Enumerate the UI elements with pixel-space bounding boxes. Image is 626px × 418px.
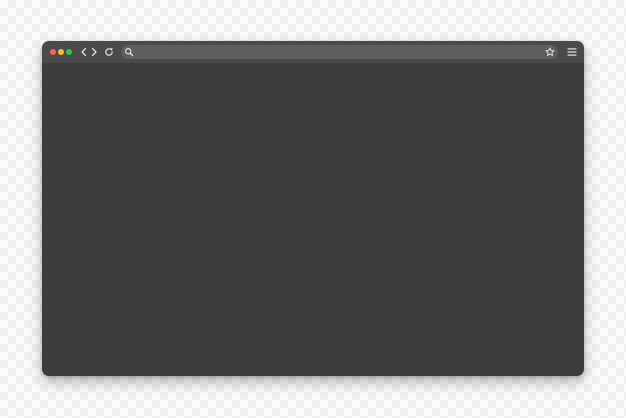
browser-window [42, 41, 584, 376]
close-window-button[interactable] [50, 49, 56, 55]
page-content-area [42, 63, 584, 376]
maximize-window-button[interactable] [66, 49, 72, 55]
reload-button[interactable] [102, 45, 115, 59]
hamburger-menu-icon[interactable] [566, 46, 578, 58]
browser-toolbar [42, 41, 584, 63]
address-input[interactable] [137, 45, 539, 59]
star-icon[interactable] [545, 47, 555, 57]
forward-button[interactable] [87, 45, 100, 59]
search-icon [124, 47, 134, 57]
chevron-right-icon [91, 47, 97, 57]
reload-icon [104, 47, 113, 56]
minimize-window-button[interactable] [58, 49, 64, 55]
address-bar[interactable] [121, 45, 558, 59]
